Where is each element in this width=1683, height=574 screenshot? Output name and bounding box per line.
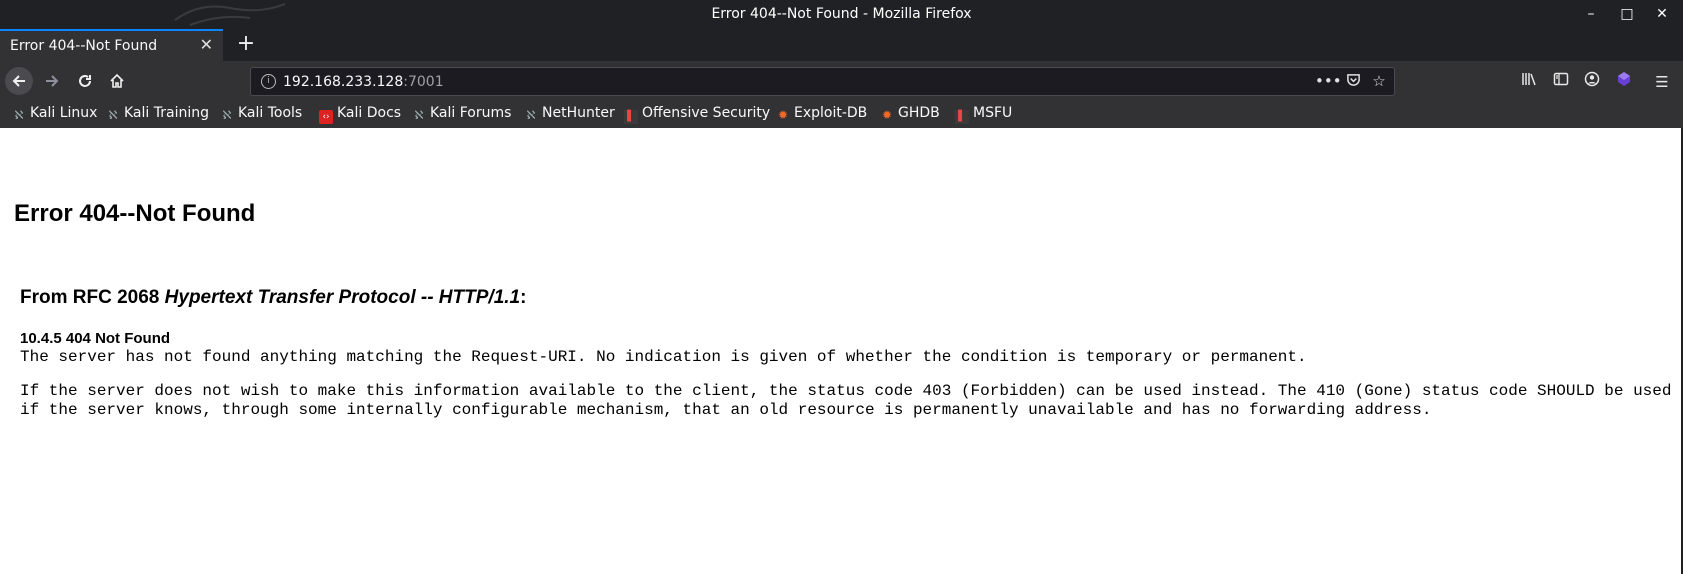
kali-dragon-icon: ℵ [526,108,536,122]
bookmark-star-icon[interactable]: ☆ [1369,72,1389,90]
url-text[interactable]: 192.168.233.128:7001 [283,74,444,90]
bookmark-label: Kali Docs [337,105,402,121]
account-icon[interactable] [1581,71,1603,93]
bookmark-label: Kali Tools [238,105,303,121]
library-icon[interactable] [1518,71,1540,93]
bookmark-offensive-security[interactable]: ▌ Offensive Security [624,105,770,125]
offsec-icon: ▌ [955,110,969,124]
bookmark-label: NetHunter [542,105,615,121]
bookmark-exploit-db[interactable]: ✹ Exploit-DB [776,105,867,125]
kali-docs-icon: ‹› [319,110,333,124]
bookmark-label: GHDB [898,105,940,121]
url-host: 192.168.233.128 [283,74,404,90]
bookmark-msfu[interactable]: ▌ MSFU [955,105,1012,125]
back-icon[interactable] [5,67,33,95]
rfc-prefix: From RFC 2068 [20,287,165,308]
pocket-icon[interactable] [1343,72,1363,91]
page-content: Error 404--Not Found From RFC 2068 Hyper… [0,128,1683,574]
rfc-suffix: : [520,287,527,308]
url-port: :7001 [403,74,444,90]
new-tab-button[interactable]: + [233,31,259,56]
sidebar-icon[interactable] [1550,71,1572,93]
url-bar[interactable]: i 192.168.233.128:7001 ••• ☆ [250,67,1395,96]
bookmark-label: Exploit-DB [794,105,868,121]
page-actions-icon[interactable]: ••• [1315,72,1342,90]
tab-error-404[interactable]: Error 404--Not Found ✕ [0,29,223,61]
kali-dragon-icon: ℵ [108,108,118,122]
bookmark-label: Offensive Security [642,105,771,121]
window-title: Error 404--Not Found - Mozilla Firefox [711,6,972,22]
bookmark-label: Kali Forums [430,105,512,121]
paragraph-not-found: The server has not found anything matchi… [20,348,1307,366]
forward-icon[interactable] [38,67,66,95]
window-titlebar: Error 404--Not Found - Mozilla Firefox –… [0,0,1683,29]
tab-label: Error 404--Not Found [10,38,158,54]
minimize-button[interactable]: – [1581,4,1601,24]
bookmarks-toolbar: ℵ Kali Linux ℵ Kali Training ℵ Kali Tools ‹… [0,102,1683,129]
reload-icon[interactable] [71,67,99,95]
navigation-toolbar: i 192.168.233.128:7001 ••• ☆ ☰ [0,61,1683,102]
kali-dragon-icon: ℵ [14,108,24,122]
rfc-title: Hypertext Transfer Protocol -- HTTP/1.1 [164,287,521,308]
kali-dragon-icon: ℵ [414,108,424,122]
bookmark-kali-forums[interactable]: ℵ Kali Forums [412,105,512,125]
bookmark-kali-training[interactable]: ℵ Kali Training [106,105,209,125]
close-tab-icon[interactable]: ✕ [200,35,213,54]
rfc-heading: From RFC 2068 Hypertext Transfer Protoco… [20,287,526,309]
home-icon[interactable] [103,67,131,95]
exploitdb-icon: ✹ [881,108,893,122]
bookmark-ghdb[interactable]: ✹ GHDB [880,105,940,125]
paragraph-forbidden-gone: If the server does not wish to make this… [20,382,1672,419]
menu-icon[interactable]: ☰ [1651,71,1673,93]
site-info-icon[interactable]: i [261,74,276,89]
bookmark-kali-docs[interactable]: ‹› Kali Docs [319,105,401,125]
section-heading: 10.4.5 404 Not Found [20,330,171,347]
maximize-button[interactable]: □ [1617,4,1637,24]
bookmark-label: MSFU [973,105,1013,121]
bookmark-label: Kali Training [124,105,209,121]
extension-icon[interactable] [1613,71,1635,93]
bookmark-kali-tools[interactable]: ℵ Kali Tools [220,105,303,125]
kali-dragon-icon: ℵ [222,108,232,122]
bookmark-label: Kali Linux [30,105,98,121]
bookmark-kali-linux[interactable]: ℵ Kali Linux [12,105,98,125]
tab-strip: Error 404--Not Found ✕ + [0,29,1683,61]
page-heading: Error 404--Not Found [14,200,256,227]
bookmark-nethunter[interactable]: ℵ NetHunter [524,105,615,125]
close-window-button[interactable]: ✕ [1652,4,1672,24]
exploitdb-icon: ✹ [777,108,789,122]
offsec-icon: ▌ [624,110,638,124]
